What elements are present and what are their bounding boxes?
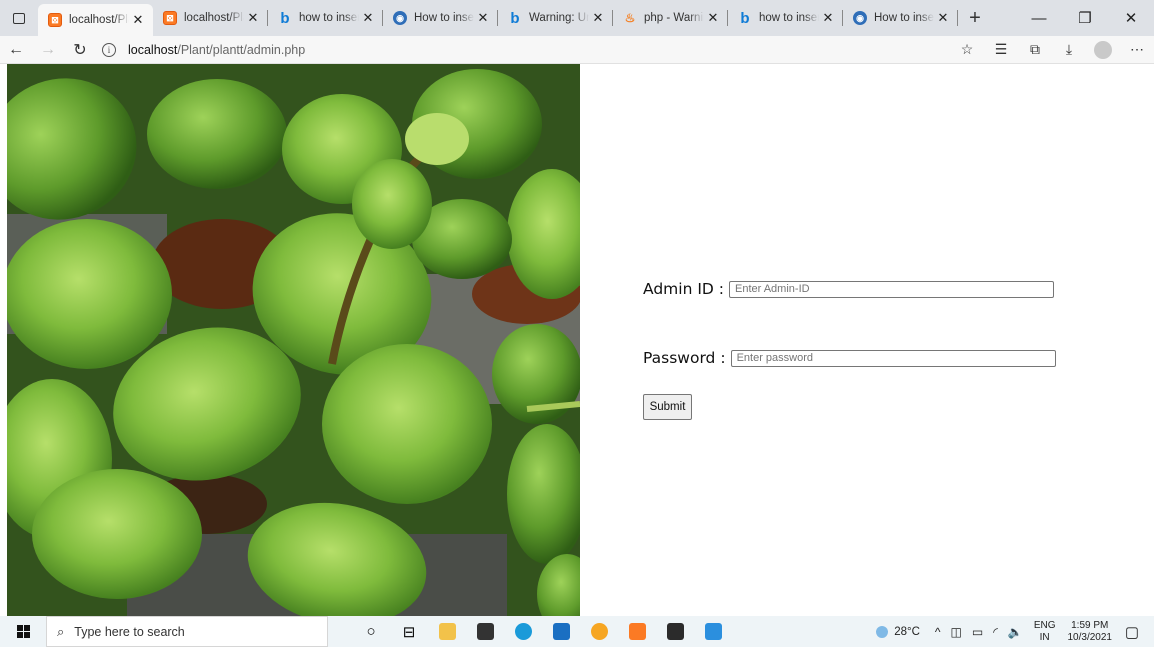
notification-icon[interactable]: ▢ [1118, 623, 1146, 641]
stackoverflow-icon: ◉ [393, 11, 407, 25]
cortana-icon[interactable]: ○ [352, 616, 390, 647]
task-view-icon[interactable]: ⊟ [390, 616, 428, 647]
windows-logo-icon [16, 625, 30, 638]
tab-bing-3[interactable]: b how to insert ✕ [728, 0, 843, 36]
plant-photo [7, 64, 580, 616]
info-icon[interactable]: i [102, 42, 116, 57]
minimize-icon[interactable]: — [1016, 0, 1062, 36]
tab-title: Warning: Undefined [529, 12, 589, 24]
xampp-icon: ⊠ [48, 13, 62, 27]
language-indicator[interactable]: ENG IN [1034, 620, 1056, 644]
profile-avatar-icon[interactable] [1094, 40, 1112, 59]
tab-title: how to insert [299, 12, 359, 24]
admin-id-row: Admin ID : [643, 280, 1054, 298]
clock[interactable]: 1:59 PM 10/3/2021 [1068, 620, 1113, 644]
new-tab-button[interactable]: + [958, 0, 992, 36]
bing-icon: b [510, 9, 520, 27]
temperature: 28°C [894, 625, 920, 638]
taskbar-search-box[interactable]: ⌕ Type here to search [46, 616, 328, 647]
close-icon[interactable]: ✕ [936, 10, 950, 26]
weather-icon [876, 625, 889, 638]
mail-icon[interactable] [542, 616, 580, 647]
tab-title: php - Warning [644, 12, 704, 24]
submit-button[interactable]: Submit [643, 394, 692, 420]
collections-icon[interactable]: ⧉ [1018, 41, 1052, 58]
show-hidden-icons-icon[interactable]: ^ [935, 625, 941, 639]
edge-icon[interactable] [504, 616, 542, 647]
close-icon[interactable]: ✕ [246, 10, 260, 26]
back-icon[interactable]: ← [0, 41, 32, 59]
taskbar-apps: ○ ⊟ [352, 616, 732, 647]
volume-icon[interactable]: 🔈 [1008, 625, 1023, 639]
tab-bing-2[interactable]: b Warning: Undefined ✕ [498, 0, 613, 36]
tab-actions-icon [13, 12, 25, 24]
system-tray: 28°C ^ ◫ ▭ ◜ 🔈 ENG IN 1:59 PM 10/3/2021 … [876, 620, 1154, 644]
more-menu-icon[interactable]: ⋯ [1120, 41, 1154, 58]
language-top: ENG [1033, 619, 1056, 631]
stackoverflow-icon: ◉ [853, 11, 867, 25]
forward-icon[interactable]: → [32, 41, 64, 59]
battery-icon[interactable]: ▭ [972, 625, 983, 639]
tab-plantt[interactable]: ⊠ localhost/Plant/plantt ✕ [153, 0, 268, 36]
clock-time: 1:59 PM [1071, 619, 1109, 631]
window-controls: — ❐ ✕ [1016, 0, 1154, 36]
close-window-icon[interactable]: ✕ [1108, 0, 1154, 36]
tab-title: localhost/Plant/plantt/admin.php [69, 14, 129, 26]
close-icon[interactable]: ✕ [361, 10, 375, 26]
weather-widget[interactable]: 28°C [876, 625, 920, 638]
tab-title: how to insert [759, 12, 819, 24]
tab-title: localhost/Plant/plantt [184, 12, 244, 24]
xampp-icon: ⊠ [163, 11, 177, 25]
tab-stackoverflow-1[interactable]: ◉ How to insert ✕ [383, 0, 498, 36]
bing-icon: b [280, 9, 290, 27]
vscode-icon[interactable] [694, 616, 732, 647]
admin-id-input[interactable] [728, 280, 1054, 298]
start-button[interactable] [0, 625, 46, 638]
tab-bing-1[interactable]: b how to insert ✕ [268, 0, 383, 36]
tab-stackoverflow-2[interactable]: ◉ How to insert ✕ [843, 0, 958, 36]
search-placeholder: Type here to search [74, 624, 185, 639]
store-icon[interactable] [466, 616, 504, 647]
tab-admin[interactable]: ⊠ localhost/Plant/plantt/admin.php ✕ [38, 4, 153, 36]
close-icon[interactable]: ✕ [131, 12, 145, 28]
downloads-icon[interactable]: ⤓ [1052, 41, 1086, 58]
restore-icon[interactable]: ❐ [1062, 0, 1108, 36]
tab-title: How to insert [414, 12, 474, 24]
file-explorer-icon[interactable] [428, 616, 466, 647]
bing-icon: b [740, 9, 750, 27]
password-label: Password : [643, 349, 726, 367]
meet-now-icon[interactable]: ◫ [951, 625, 962, 639]
url-host: localhost [128, 42, 178, 57]
terminal-icon[interactable] [656, 616, 694, 647]
browser-tab-strip: ⊠ localhost/Plant/plantt/admin.php ✕ ⊠ l… [0, 0, 1154, 36]
php-icon: ♨ [624, 11, 636, 25]
close-icon[interactable]: ✕ [821, 10, 835, 26]
windows-taskbar: ⌕ Type here to search ○ ⊟ 28°C ^ ◫ ▭ ◜ 🔈… [0, 616, 1154, 647]
refresh-icon[interactable]: ↻ [64, 40, 96, 60]
language-bottom: IN [1039, 631, 1050, 643]
add-favorite-icon[interactable]: ☆ [950, 41, 984, 58]
url-path: /Plant/plantt/admin.php [177, 42, 306, 57]
close-icon[interactable]: ✕ [706, 10, 720, 26]
web-page: Admin ID : Password : Submit [0, 64, 1154, 616]
plant-image [7, 64, 580, 616]
toolbar-right: ☆ ☰ ⧉ ⤓ ⋯ [950, 40, 1154, 59]
tab-php[interactable]: ♨ php - Warning ✕ [613, 0, 728, 36]
xampp-taskbar-icon[interactable] [618, 616, 656, 647]
password-row: Password : [643, 349, 1056, 367]
address-toolbar: ← → ↻ i localhost/Plant/plantt/admin.php… [0, 36, 1154, 64]
search-icon: ⌕ [57, 623, 65, 639]
address-bar[interactable]: i localhost/Plant/plantt/admin.php [102, 42, 306, 57]
close-icon[interactable]: ✕ [591, 10, 605, 26]
tab-separator [957, 10, 958, 26]
favorites-icon[interactable]: ☰ [984, 41, 1018, 58]
admin-id-label: Admin ID : [643, 280, 724, 298]
tab-actions-button[interactable] [0, 0, 38, 36]
password-input[interactable] [730, 349, 1056, 367]
close-icon[interactable]: ✕ [476, 10, 490, 26]
clock-date: 10/3/2021 [1067, 631, 1113, 643]
tab-title: How to insert [874, 12, 934, 24]
wifi-icon[interactable]: ◜ [993, 625, 998, 639]
chrome-canary-icon[interactable] [580, 616, 618, 647]
